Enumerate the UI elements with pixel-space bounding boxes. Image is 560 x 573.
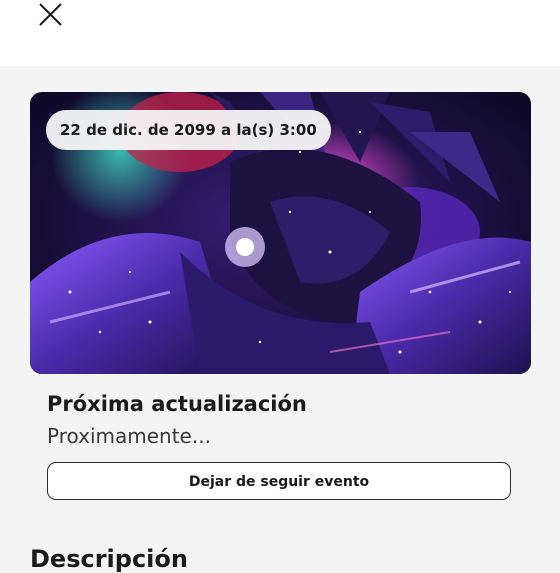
- unfollow-event-button[interactable]: Dejar de seguir evento: [47, 462, 511, 500]
- description-heading: Descripción: [30, 545, 188, 573]
- event-date-badge: 22 de dic. de 2099 a la(s) 3:00: [46, 110, 331, 150]
- event-title: Próxima actualización: [47, 392, 307, 416]
- top-bar: [0, 0, 560, 66]
- close-icon: [39, 3, 62, 26]
- event-subtitle: Proximamente...: [47, 424, 211, 448]
- close-button[interactable]: [34, 0, 68, 30]
